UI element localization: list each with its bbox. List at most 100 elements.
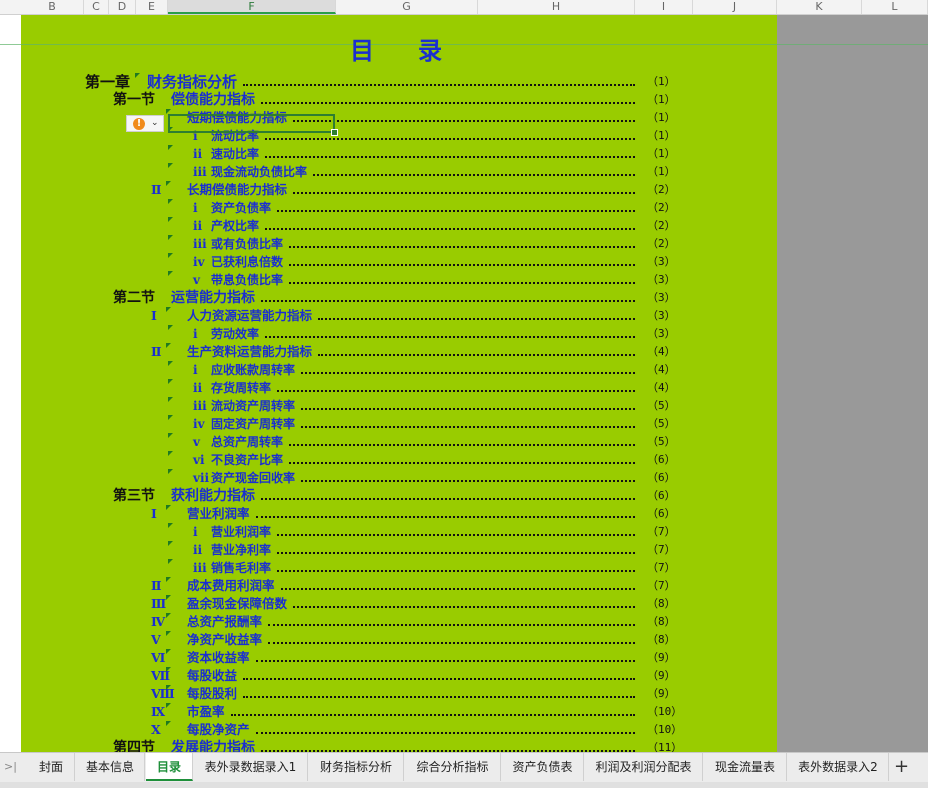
toc-row[interactable]: Ⅶ 每股收益 （9） — [21, 667, 777, 685]
cell-note-marker — [166, 181, 171, 186]
toc-row[interactable]: ⅰ 劳动效率 （3） — [21, 325, 777, 343]
toc-row[interactable]: ⅱ 产权比率 （2） — [21, 217, 777, 235]
toc-dot-leader — [301, 426, 635, 428]
toc-entry-label: 不良资产比率 — [211, 453, 284, 467]
column-header-f[interactable]: F — [168, 0, 336, 14]
toc-prefix: Ⅴ — [151, 632, 161, 647]
toc-entry-label: 营业净利率 — [211, 543, 272, 557]
toc-dot-leader — [301, 480, 635, 482]
sheet-tab[interactable]: 表外录数据录入1 — [194, 753, 308, 781]
sheet-tab[interactable]: 资产负债表 — [502, 753, 584, 781]
toc-row[interactable]: ⅵ 不良资产比率 （6） — [21, 451, 777, 469]
toc-row[interactable]: 第一章 财务指标分析 （1） — [21, 73, 777, 91]
toc-prefix: ⅶ — [193, 471, 210, 485]
toc-dot-leader — [277, 210, 635, 212]
toc-row[interactable]: ⅲ 或有负债比率 （2） — [21, 235, 777, 253]
sheet-tab[interactable]: 现金流量表 — [704, 753, 787, 781]
toc-row[interactable]: ⅳ 已获利息倍数 （3） — [21, 253, 777, 271]
toc-row[interactable]: 第三节 获利能力指标 （6） — [21, 487, 777, 505]
toc-prefix: Ⅲ — [151, 596, 167, 611]
sheet-tab[interactable]: 目录 — [146, 753, 193, 781]
toc-row[interactable]: Ⅱ 生产资料运营能力指标 （4） — [21, 343, 777, 361]
toc-row[interactable]: ⅰ 应收账款周转率 （4） — [21, 361, 777, 379]
sheet-tab[interactable]: 表外数据录入2 — [788, 753, 889, 781]
toc-dot-leader — [313, 174, 635, 176]
toc-entry-label: 固定资产周转率 — [211, 417, 296, 431]
cell-note-marker — [166, 343, 171, 348]
column-header-k[interactable]: K — [777, 0, 862, 14]
toc-row[interactable]: Ⅰ 营业利润率 （6） — [21, 505, 777, 523]
column-header-b[interactable]: B — [21, 0, 84, 14]
toc-page-number: （5） — [647, 417, 676, 430]
toc-row[interactable]: ⅲ 流动资产周转率 （5） — [21, 397, 777, 415]
toc-dot-leader — [289, 246, 635, 248]
toc-row[interactable]: Ⅰ 人力资源运营能力指标 （3） — [21, 307, 777, 325]
fill-handle[interactable] — [331, 129, 338, 136]
status-strip — [0, 782, 928, 788]
toc-row[interactable]: ⅳ 固定资产周转率 （5） — [21, 415, 777, 433]
toc-row[interactable]: Ⅲ 盈余现金保障倍数 （8） — [21, 595, 777, 613]
toc-row[interactable]: ⅱ 速动比率 （1） — [21, 145, 777, 163]
toc-prefix: ⅳ — [193, 255, 205, 269]
toc-row[interactable]: 第二节 运营能力指标 （3） — [21, 289, 777, 307]
column-header-e[interactable]: E — [136, 0, 168, 14]
column-header-c[interactable]: C — [84, 0, 109, 14]
toc-dot-leader — [289, 264, 635, 266]
toc-row[interactable]: Ⅳ 总资产报酬率 （8） — [21, 613, 777, 631]
toc-entry-label: 盈余现金保障倍数 — [187, 596, 288, 611]
toc-row[interactable]: ⅲ 销售毛利率 （7） — [21, 559, 777, 577]
toc-row[interactable]: ⅶ 资产现金回收率 （6） — [21, 469, 777, 487]
toc-row[interactable]: ⅴ 带息负债比率 （3） — [21, 271, 777, 289]
column-header-g[interactable]: G — [336, 0, 478, 14]
toc-page-number: （7） — [647, 543, 676, 556]
toc-row[interactable]: ⅲ 现金流动负债比率 （1） — [21, 163, 777, 181]
cell-note-marker — [166, 631, 171, 636]
toc-page-number: （2） — [647, 219, 676, 232]
toc-row[interactable]: 第一节 偿债能力指标 （1） — [21, 91, 777, 109]
toc-row[interactable]: Ⅹ 每股净资产 （10） — [21, 721, 777, 739]
toc-row[interactable]: Ⅵ 资本收益率 （9） — [21, 649, 777, 667]
toc-dot-leader — [256, 732, 635, 734]
column-header-d[interactable]: D — [109, 0, 136, 14]
toc-row[interactable]: ⅰ 营业利润率 （7） — [21, 523, 777, 541]
toc-entry-label: 资本收益率 — [187, 650, 250, 665]
column-header-l[interactable]: L — [862, 0, 928, 14]
sheet-tab[interactable]: 基本信息 — [76, 753, 145, 781]
toc-row[interactable]: Ⅱ 长期偿债能力指标 （2） — [21, 181, 777, 199]
sheet-tab[interactable]: 财务指标分析 — [309, 753, 404, 781]
column-header-i[interactable]: I — [635, 0, 693, 14]
toc-prefix: ⅱ — [193, 543, 203, 557]
tab-scroll-icon[interactable]: >| — [4, 760, 17, 773]
toc-prefix: ⅴ — [193, 273, 200, 287]
toc-row[interactable]: 第四节 发展能力指标 （11） — [21, 739, 777, 752]
toc-row[interactable]: Ⅱ 成本费用利润率 （7） — [21, 577, 777, 595]
toc-entry-label: 营业利润率 — [211, 525, 272, 539]
toc-dot-leader — [277, 552, 635, 554]
toc-row[interactable]: Ⅴ 净资产收益率 （8） — [21, 631, 777, 649]
toc-row[interactable]: Ⅸ 市盈率 （10） — [21, 703, 777, 721]
toc-dot-leader — [243, 84, 635, 86]
toc-row[interactable]: ⅱ 存货周转率 （4） — [21, 379, 777, 397]
toc-entry-label: 现金流动负债比率 — [211, 165, 308, 179]
column-header-h[interactable]: H — [478, 0, 635, 14]
toc-dot-leader — [265, 138, 635, 140]
sheet-tab[interactable]: 利润及利润分配表 — [585, 753, 703, 781]
toc-row[interactable]: ⅰ 资产负债率 （2） — [21, 199, 777, 217]
toc-page-number: （1） — [647, 111, 676, 124]
cell-note-marker — [168, 541, 173, 546]
toc-row[interactable]: ⅱ 营业净利率 （7） — [21, 541, 777, 559]
column-header-j[interactable]: J — [693, 0, 777, 14]
sheet-tab[interactable]: 综合分析指标 — [405, 753, 501, 781]
toc-row[interactable]: ⅴ 总资产周转率 （5） — [21, 433, 777, 451]
toc-prefix: Ⅱ — [151, 344, 162, 359]
toc-page-number: （9） — [647, 687, 676, 700]
sheet-tab[interactable]: 封面 — [28, 753, 75, 781]
cell-note-marker — [168, 379, 173, 384]
error-check-button[interactable]: ! ⌄ — [126, 115, 164, 132]
toc-row[interactable]: Ⅷ 每股股利 （9） — [21, 685, 777, 703]
toc-dot-leader — [261, 300, 635, 302]
sheet-area[interactable]: 目 录 第一章 财务指标分析 （1） 第一节 偿债能力指标 （1） 短期偿债能力指标 （1） ⅰ… — [0, 15, 928, 752]
selected-cell[interactable] — [168, 114, 335, 133]
add-sheet-icon[interactable]: + — [894, 756, 909, 777]
cell-note-marker — [168, 163, 173, 168]
